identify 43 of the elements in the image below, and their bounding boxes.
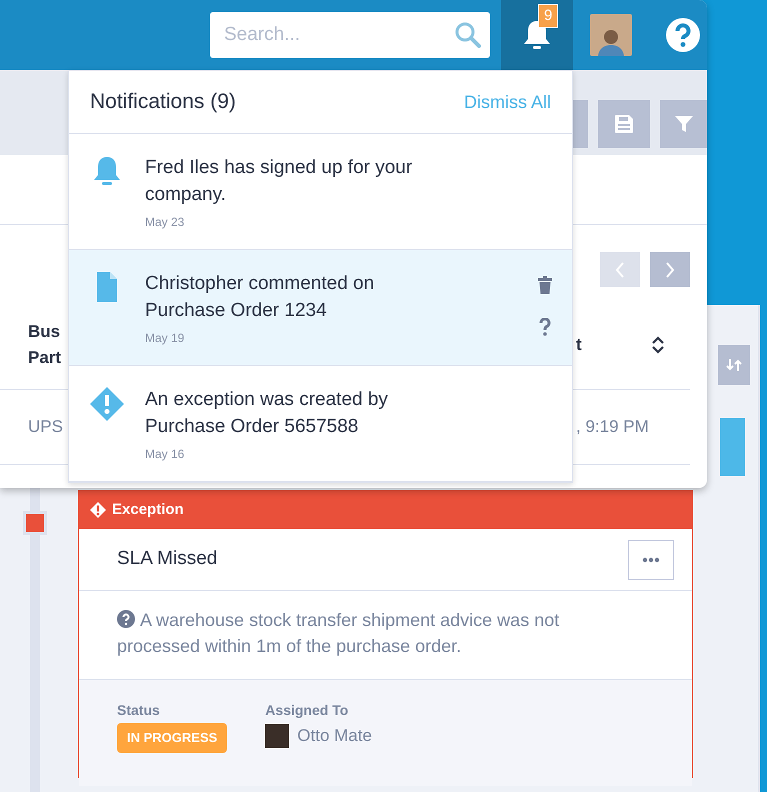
- avatar-placeholder: [265, 724, 290, 748]
- warning-diamond-icon: [89, 386, 125, 422]
- notification-text: Fred Iles has signed up for your company.: [145, 156, 414, 207]
- notification-date: May 19: [145, 330, 186, 347]
- assignee-name: Otto Mate: [297, 725, 372, 747]
- status-label: Status: [117, 701, 161, 720]
- warning-diamond-icon: [89, 501, 107, 519]
- filter-icon: [674, 114, 694, 134]
- sort-chevrons-icon[interactable]: [651, 334, 665, 354]
- more-button[interactable]: [628, 540, 674, 580]
- filter-button[interactable]: [660, 100, 707, 148]
- exception-label: Exception: [112, 500, 184, 520]
- search-field[interactable]: Search...: [210, 12, 490, 58]
- trash-icon[interactable]: [538, 276, 552, 294]
- help-icon: [117, 610, 135, 628]
- status-badge: IN PROGRESS: [117, 723, 228, 752]
- notification-item[interactable]: Christopher commented on Purchase Order 1234 May 19: [69, 250, 572, 366]
- notification-date: May 23: [145, 214, 186, 231]
- table-cell: , 9:19 PM: [576, 417, 649, 436]
- swap-arrows-icon: [726, 357, 742, 373]
- notification-text: Christopher commented on Purchase Order 1234: [145, 272, 376, 323]
- swap-button[interactable]: [718, 345, 750, 385]
- dropdown-title: Notifications (9): [90, 89, 236, 116]
- notification-count: 9: [538, 4, 558, 28]
- save-button[interactable]: [598, 100, 650, 148]
- chevron-left-icon: [615, 262, 625, 278]
- notification-item[interactable]: An exception was created by Purchase Order 5657588 May 16: [69, 366, 572, 482]
- assigned-label: Assigned To: [265, 701, 350, 720]
- avatar-placeholder[interactable]: [590, 14, 632, 56]
- search-icon: [454, 21, 482, 49]
- accent-bar: [720, 418, 745, 476]
- ellipsis-icon: [642, 556, 660, 562]
- column-header: t: [576, 334, 582, 356]
- exception-title: SLA Missed: [117, 547, 218, 572]
- chevron-right-icon: [665, 262, 675, 278]
- help-icon[interactable]: [666, 18, 700, 52]
- column-header: Bus Part: [28, 320, 62, 368]
- notification-date: May 16: [145, 446, 186, 463]
- question-mark-icon[interactable]: [539, 318, 551, 336]
- next-button[interactable]: [650, 252, 690, 287]
- timeline-marker: [23, 511, 47, 535]
- table-cell: UPS: [28, 417, 63, 436]
- notification-text: An exception was created by Purchase Order 5657588: [145, 388, 389, 439]
